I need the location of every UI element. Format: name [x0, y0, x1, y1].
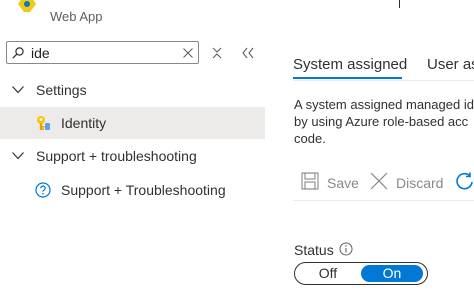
- sidebar-item-support-troubleshooting[interactable]: Support + Troubleshooting: [0, 174, 265, 206]
- nav-group-label: Settings: [36, 82, 87, 98]
- description: A system assigned managed id by using Az…: [294, 96, 474, 147]
- sidebar-item-identity[interactable]: Identity: [0, 107, 265, 139]
- app-subtitle: Web App: [50, 9, 103, 24]
- search-icon: [12, 47, 24, 59]
- save-button[interactable]: Save: [301, 172, 359, 194]
- search-input[interactable]: ide: [6, 41, 199, 64]
- nav-group-label: Support + troubleshooting: [36, 148, 197, 164]
- divider: [399, 0, 400, 8]
- nav-group-settings[interactable]: Settings: [0, 75, 265, 105]
- collapse-all-icon[interactable]: [211, 47, 223, 59]
- description-line: code.: [294, 131, 326, 146]
- status-label: Status: [294, 242, 334, 258]
- tab-system-assigned[interactable]: System assigned: [293, 56, 407, 73]
- tab-user-assigned[interactable]: User as: [427, 56, 474, 73]
- description-line: by using Azure role-based acc: [294, 114, 469, 129]
- discard-button[interactable]: Discard: [370, 172, 444, 194]
- web-app-icon: [18, 0, 36, 16]
- toolbar-divider: [293, 200, 474, 201]
- status-off-option[interactable]: Off: [295, 263, 361, 284]
- close-icon[interactable]: [183, 48, 193, 58]
- help-circle-icon: [35, 182, 51, 198]
- refresh-icon[interactable]: [455, 172, 474, 191]
- save-label: Save: [327, 175, 359, 191]
- discard-label: Discard: [396, 175, 444, 191]
- sidebar-item-label: Identity: [61, 115, 107, 131]
- chevron-down-icon: [12, 86, 24, 94]
- active-tab-indicator: [293, 77, 402, 79]
- status-toggle[interactable]: Off On: [294, 262, 428, 285]
- search-value: ide: [31, 45, 50, 61]
- nav-group-support-troubleshooting[interactable]: Support + troubleshooting: [0, 141, 265, 171]
- double-chevron-left-icon[interactable]: [242, 47, 254, 59]
- save-icon: [301, 172, 319, 190]
- status-on-option[interactable]: On: [361, 265, 423, 282]
- info-icon[interactable]: [339, 242, 353, 256]
- close-icon: [370, 172, 388, 190]
- tabs-divider: [293, 80, 474, 81]
- chevron-down-icon: [12, 152, 24, 160]
- sidebar-item-label: Support + Troubleshooting: [61, 182, 226, 198]
- key-icon: [37, 116, 50, 130]
- description-line: A system assigned managed id: [294, 97, 474, 112]
